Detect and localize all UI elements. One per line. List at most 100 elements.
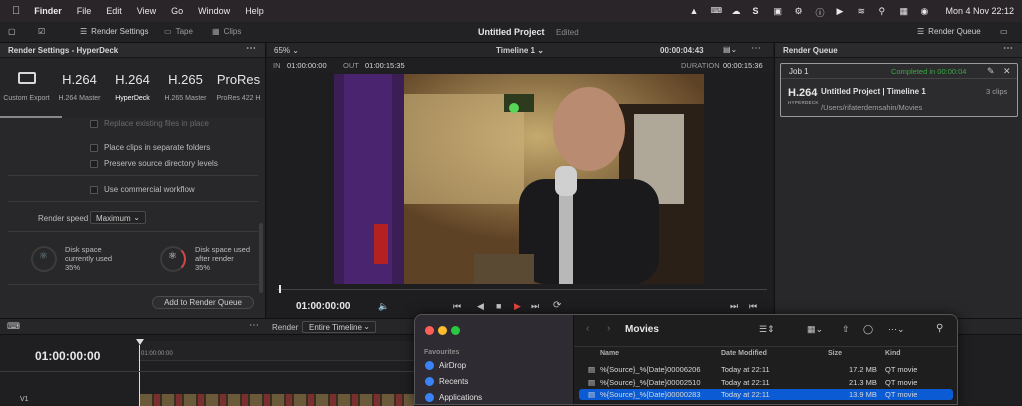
apple-icon[interactable]:  [12, 5, 20, 17]
monitor-icon[interactable]: ▭ [1000, 27, 1008, 36]
chevron-down-icon: ⌄ [292, 46, 299, 55]
keyboard-icon[interactable]: ⌨ [710, 6, 722, 16]
cloud-icon[interactable]: ☁ [731, 6, 741, 16]
display-options-icon[interactable]: ▤⌄ [723, 45, 737, 54]
stop-icon[interactable]: ■ [496, 301, 501, 311]
info-icon[interactable]: ⓘ [815, 6, 825, 18]
sidebar-item-applications[interactable]: Applications [425, 393, 482, 402]
preset-custom-export[interactable]: Custom Export [0, 58, 53, 118]
close-window-button[interactable] [425, 326, 434, 335]
clips-tab[interactable]: ▦ Clips [212, 27, 241, 36]
column-date-modified[interactable]: Date Modified [721, 350, 767, 357]
menu-view[interactable]: View [137, 6, 156, 16]
forward-icon[interactable]: › [607, 323, 610, 334]
last-frame-icon[interactable]: ⏭ [531, 301, 539, 312]
share-icon[interactable]: ⇧ [842, 324, 850, 335]
sidebar-item-airdrop[interactable]: AirDrop [425, 361, 466, 370]
menu-go[interactable]: Go [171, 6, 183, 16]
back-icon[interactable]: ‹ [586, 323, 589, 334]
commercial-workflow-checkbox[interactable] [90, 185, 98, 194]
preset-label: H.264 Master [58, 95, 101, 102]
clock[interactable]: Mon 4 Nov 22:12 [945, 6, 1014, 16]
preset-hyperdeck[interactable]: H.264 HyperDeck [106, 58, 159, 118]
separate-folders-checkbox[interactable] [90, 143, 98, 152]
menu-file[interactable]: File [77, 6, 92, 16]
s-app-icon[interactable]: S [752, 6, 762, 16]
panel-toggle-icon[interactable]: ▢ [8, 27, 16, 36]
timeline-options-icon[interactable]: ⌨ [7, 321, 20, 332]
scrubber-track[interactable] [277, 289, 767, 290]
siri-icon[interactable]: ◉ [920, 6, 930, 16]
timeline-ruler[interactable]: 01:00:00:00 [138, 341, 414, 361]
prev-clip-icon[interactable]: ⏮ [749, 301, 757, 312]
in-timecode[interactable]: 01:00:00:00 [287, 61, 327, 70]
preset-prores[interactable]: ProRes ProRes 422 H [212, 58, 265, 118]
gallery-icon[interactable]: ▣ [773, 6, 783, 16]
gear-icon[interactable]: ⚙ [794, 6, 804, 16]
upload-icon[interactable]: ▲ [689, 6, 699, 16]
preset-h264-master[interactable]: H.264 H.264 Master [53, 58, 106, 118]
next-clip-icon[interactable]: ⏭ [730, 301, 738, 312]
more-options-icon[interactable]: ⋯ [246, 43, 257, 54]
out-timecode[interactable]: 01:00:15:35 [365, 61, 405, 70]
more-options-icon[interactable]: ⋯ [1003, 43, 1014, 54]
first-frame-icon[interactable]: ⏮ [453, 301, 461, 312]
playhead[interactable] [279, 285, 281, 293]
render-settings-tab[interactable]: ☰ Render Settings [80, 27, 149, 36]
file-row[interactable]: ▤ %{Source}_%{Date}00006206 Today at 22:… [574, 364, 957, 375]
menu-help[interactable]: Help [245, 6, 264, 16]
timeline-selector[interactable]: Timeline 1 ⌄ [496, 46, 544, 55]
render-job-card[interactable]: Job 1 Completed in 00:00:04 ✎ ✕ H.264 HY… [780, 63, 1018, 117]
wifi-icon[interactable]: ≋ [857, 6, 867, 16]
file-name: %{Source}_%{Date}00002510 [600, 378, 701, 387]
play-icon[interactable]: ▶ [514, 301, 521, 312]
preserve-levels-option[interactable]: Preserve source directory levels [90, 159, 218, 168]
checkbox-icon[interactable]: ☑ [38, 27, 45, 36]
search-icon[interactable]: ⚲ [878, 6, 888, 16]
playhead-marker[interactable] [136, 339, 144, 345]
list-view-icon[interactable]: ☰⇕ [759, 324, 775, 335]
column-size[interactable]: Size [828, 350, 842, 357]
render-queue-tab[interactable]: ☰ Render Queue [917, 27, 981, 36]
scrollbar[interactable] [259, 223, 263, 293]
tape-tab[interactable]: ▭ Tape [164, 27, 193, 36]
menu-app-finder[interactable]: Finder [34, 6, 62, 16]
more-options-icon[interactable]: ⋯ [751, 43, 761, 54]
maximize-window-button[interactable] [451, 326, 460, 335]
ruler-timecode: 01:00:00:00 [141, 351, 173, 357]
video-frame[interactable] [334, 74, 704, 284]
render-range-dropdown[interactable]: Entire Timeline ⌄ [302, 321, 376, 333]
tag-icon[interactable]: ◯ [863, 324, 873, 335]
grid-view-icon[interactable]: ▦⌄ [807, 324, 823, 335]
preset-h265-master[interactable]: H.265 H.265 Master [159, 58, 212, 118]
zoom-dropdown[interactable]: 65% ⌄ [274, 46, 299, 55]
more-options-icon[interactable]: ⋯ [249, 320, 259, 331]
control-center-icon[interactable]: ▦ [899, 6, 909, 16]
menu-window[interactable]: Window [198, 6, 230, 16]
render-speed-dropdown[interactable]: Maximum ⌄ [90, 211, 146, 224]
separate-folders-option[interactable]: Place clips in separate folders [90, 143, 210, 152]
file-date: Today at 22:11 [721, 365, 770, 374]
search-icon[interactable]: ⚲ [936, 323, 943, 334]
column-name[interactable]: Name [600, 350, 619, 357]
sidebar-item-recents[interactable]: Recents [425, 377, 468, 386]
file-row-selected[interactable]: ▤ %{Source}_%{Date}00000283 Today at 22:… [579, 389, 953, 400]
job-output-path: /Users/rifaterdemsahin/Movies [821, 103, 923, 112]
minimize-window-button[interactable] [438, 326, 447, 335]
replace-files-checkbox[interactable] [90, 119, 98, 128]
menu-edit[interactable]: Edit [106, 6, 122, 16]
reverse-icon[interactable]: ◀ [477, 301, 484, 312]
replace-files-option[interactable]: Replace existing files in place [90, 119, 209, 128]
column-kind[interactable]: Kind [885, 350, 901, 357]
close-icon[interactable]: ✕ [1003, 66, 1011, 77]
commercial-workflow-option[interactable]: Use commercial workflow [90, 185, 195, 194]
play-circle-icon[interactable]: ▶ [836, 6, 846, 16]
file-row[interactable]: ▤ %{Source}_%{Date}00002510 Today at 22:… [574, 377, 957, 388]
loop-icon[interactable]: ⟳ [553, 300, 561, 311]
add-to-render-queue-button[interactable]: Add to Render Queue [152, 296, 254, 309]
preserve-levels-checkbox[interactable] [90, 159, 98, 168]
speaker-icon[interactable]: 🔈 [378, 301, 389, 312]
action-menu-icon[interactable]: ⋯⌄ [888, 324, 905, 335]
video-clip-track[interactable] [140, 394, 414, 406]
edit-pencil-icon[interactable]: ✎ [987, 66, 995, 77]
